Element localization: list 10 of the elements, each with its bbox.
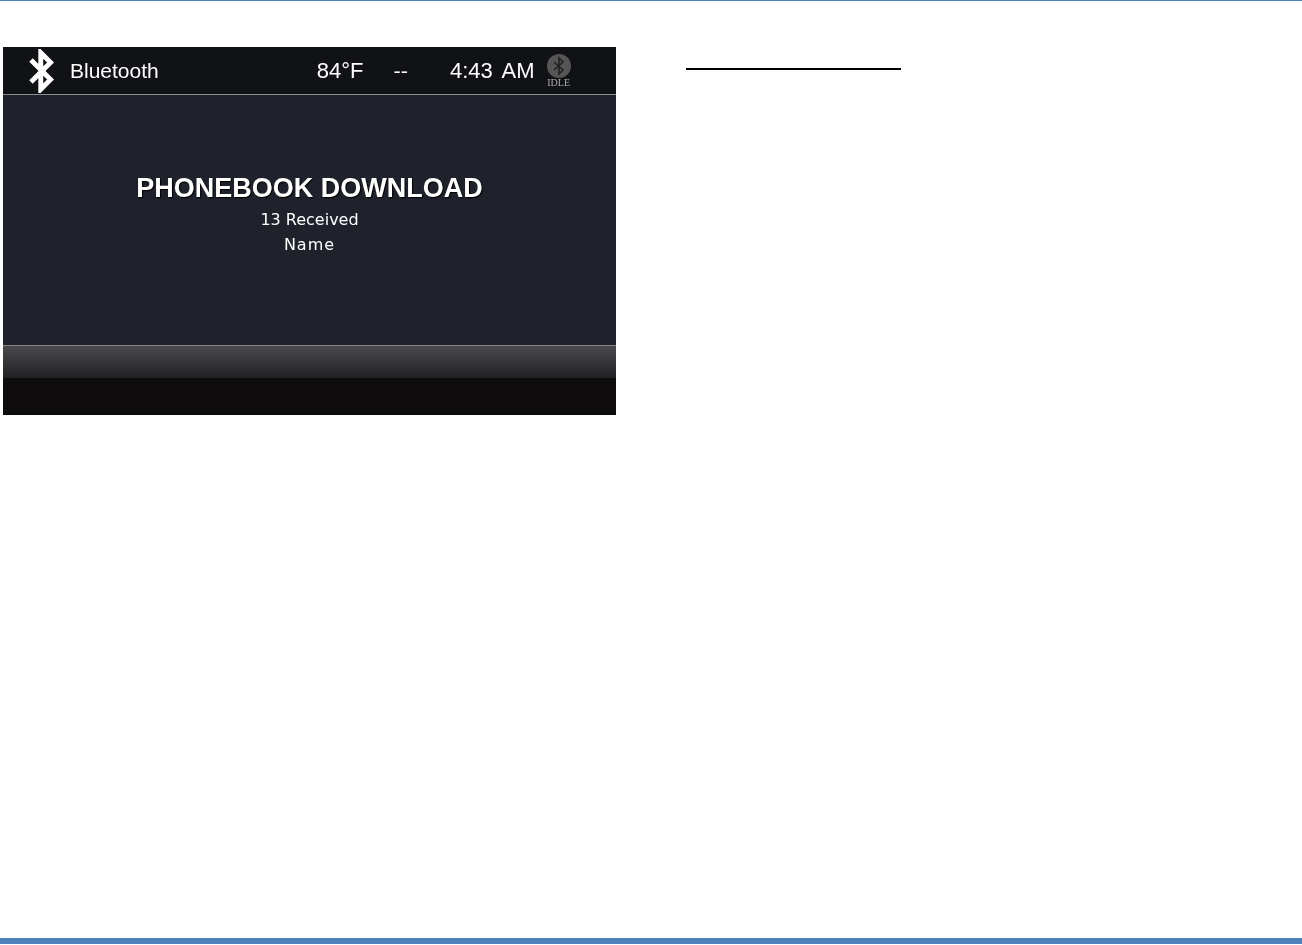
clock-time: 4:43 AM bbox=[449, 57, 535, 84]
bluetooth-status-icon bbox=[546, 53, 571, 78]
placeholder-dashes: -- bbox=[393, 58, 408, 83]
bluetooth-icon bbox=[27, 48, 57, 93]
download-heading: PHONEBOOK DOWNLOAD bbox=[136, 172, 483, 204]
status-label: IDLE bbox=[547, 77, 570, 88]
field-label: Name bbox=[283, 234, 336, 254]
screen-title: Bluetooth bbox=[70, 58, 159, 83]
temperature: 84°F bbox=[316, 57, 364, 84]
received-count: 13 Received bbox=[260, 209, 359, 229]
